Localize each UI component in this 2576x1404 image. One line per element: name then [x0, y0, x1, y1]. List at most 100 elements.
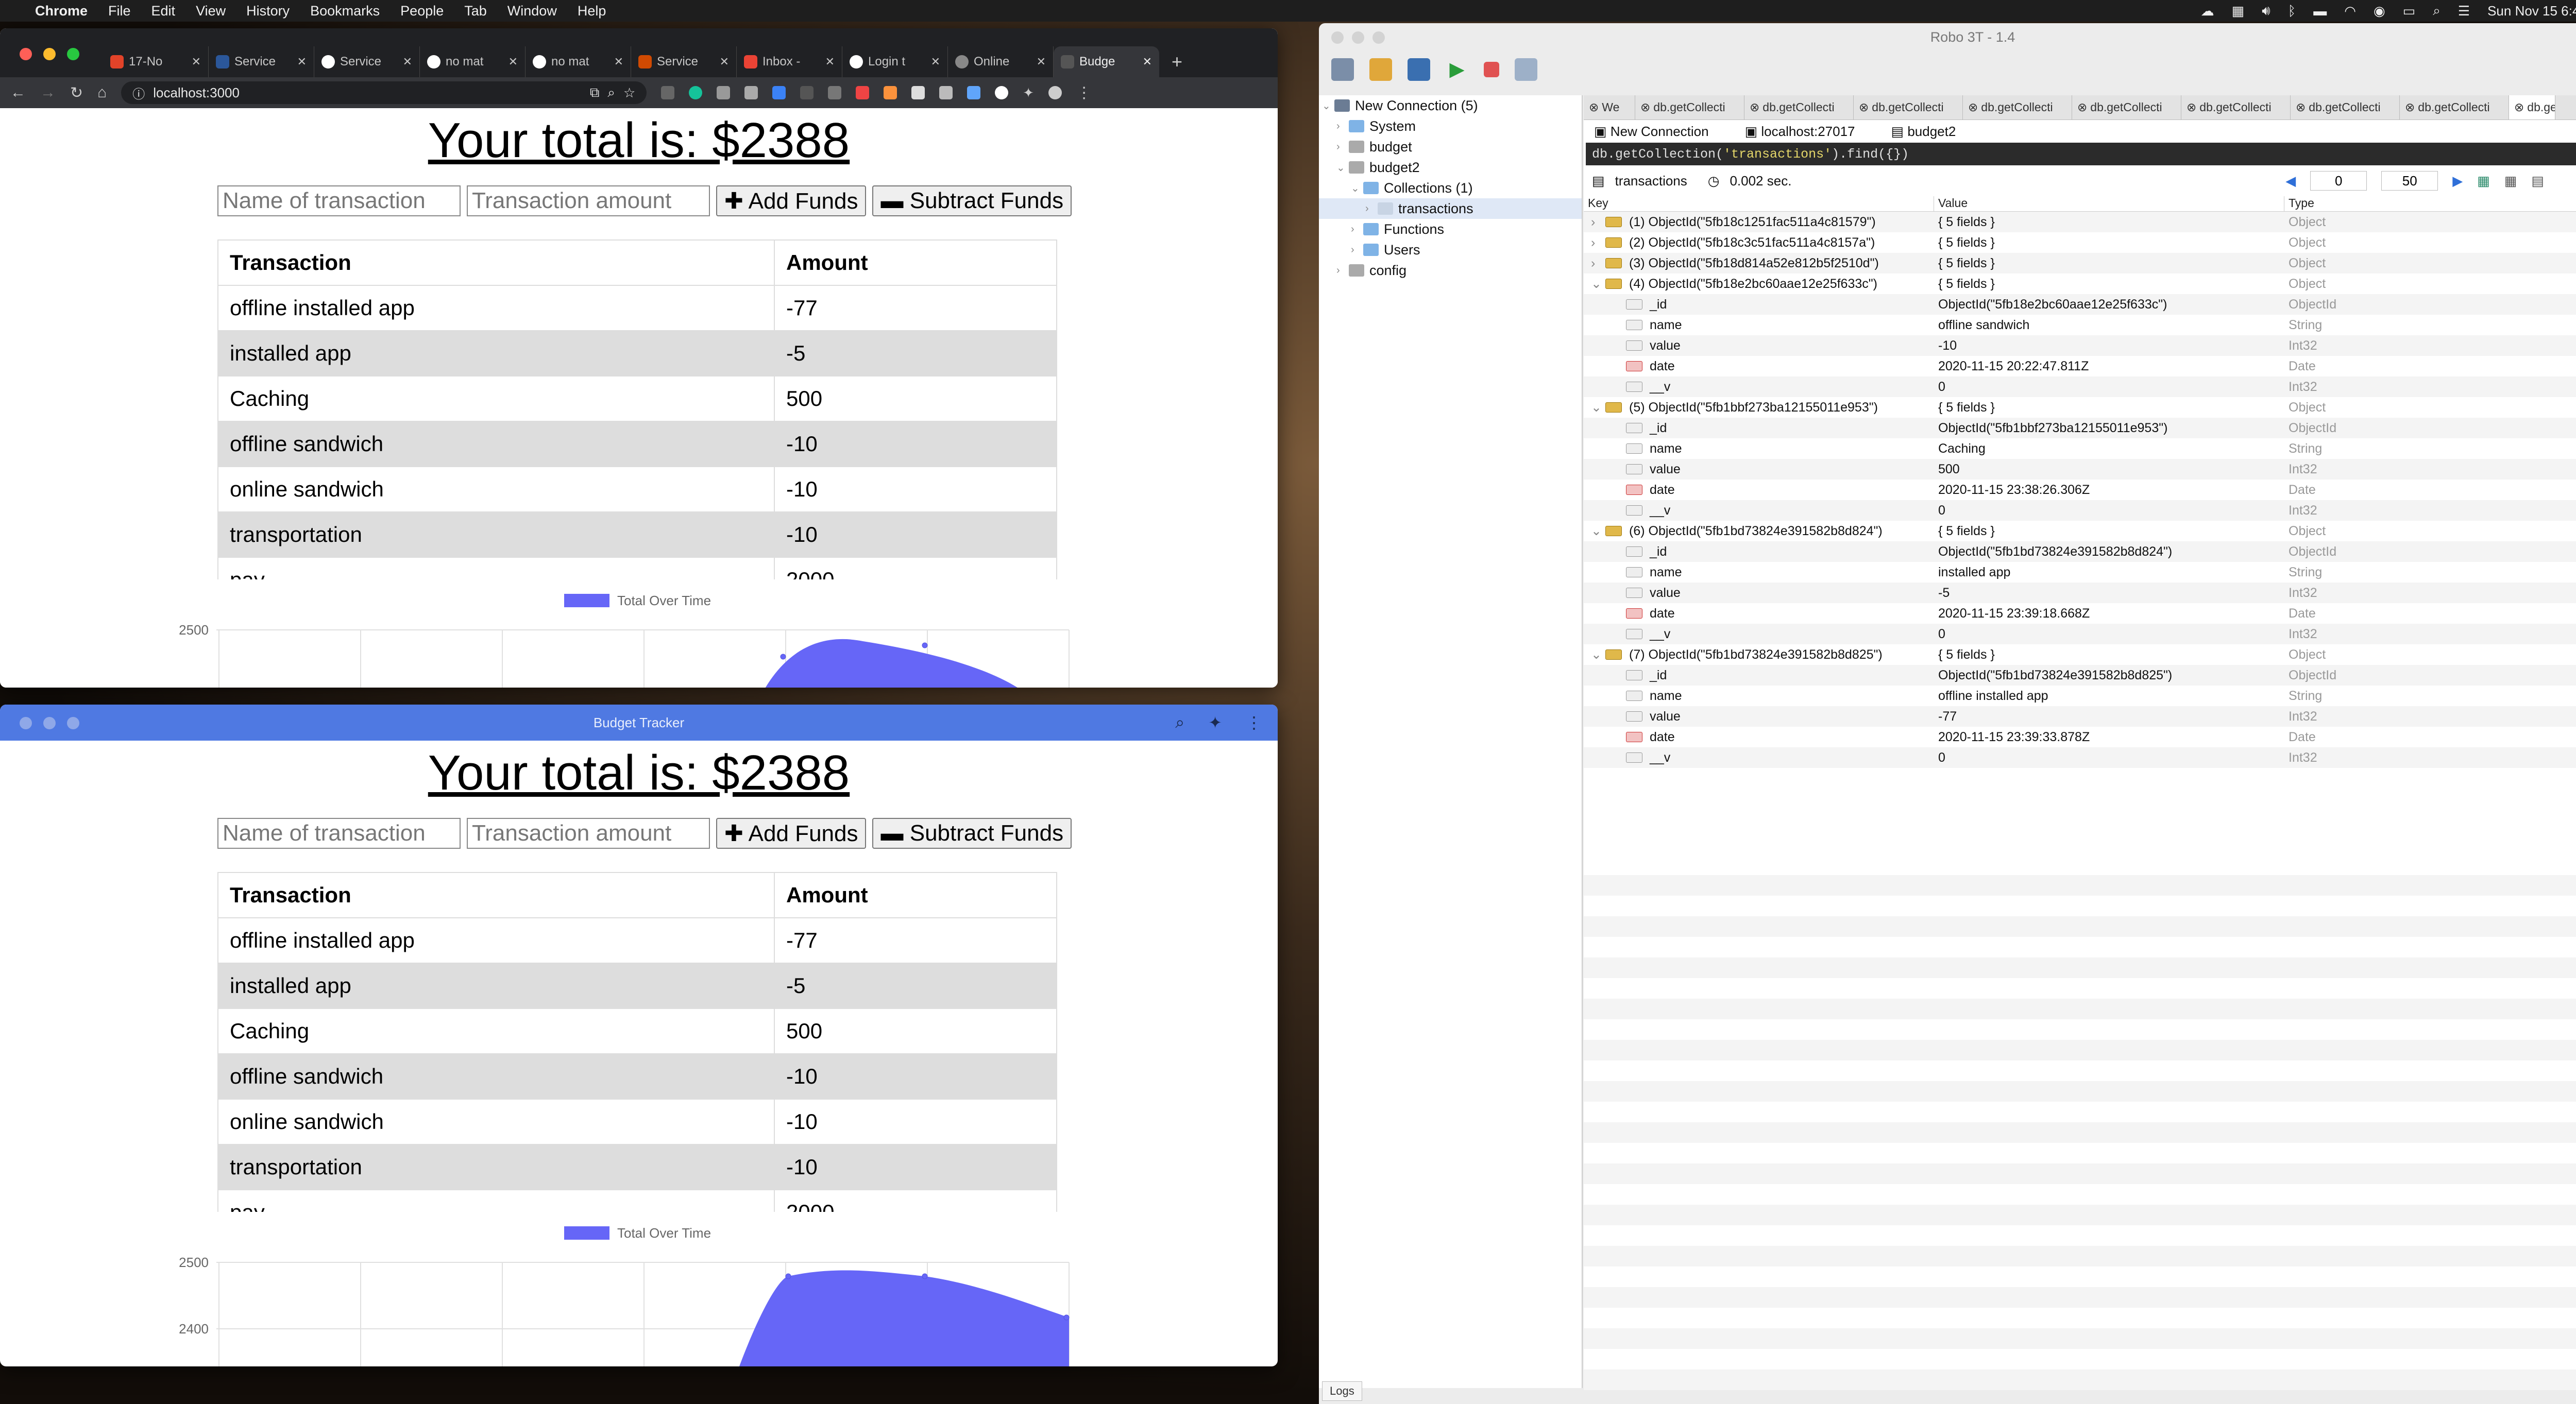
info-icon[interactable]: ⓘ: [132, 84, 145, 102]
grid-row[interactable]: __v 0 Int32: [1584, 624, 2576, 644]
grid-row[interactable]: _id ObjectId("5fb1bd73824e391582b8d825") O…: [1584, 665, 2576, 686]
stop-icon[interactable]: [1484, 62, 1499, 77]
extensions-puzzle-icon[interactable]: ✦: [1023, 85, 1034, 101]
page-size-input[interactable]: [2381, 171, 2438, 191]
more-menu-icon[interactable]: ⋮: [1076, 84, 1092, 102]
battery-icon[interactable]: ▭: [2403, 3, 2416, 19]
tree-node-collection[interactable]: › transactions: [1319, 198, 1582, 219]
extensions-puzzle-icon[interactable]: ✦: [1208, 713, 1222, 732]
menu-view[interactable]: View: [196, 3, 226, 19]
chevron-right-icon[interactable]: ›: [1591, 215, 1605, 230]
spotlight-icon[interactable]: ⌕: [2433, 3, 2441, 19]
back-icon[interactable]: ←: [10, 84, 26, 101]
extension-icon[interactable]: [995, 86, 1009, 99]
browser-tab-active[interactable]: Budge ✕: [1054, 46, 1159, 77]
close-icon[interactable]: ✕: [1037, 55, 1046, 69]
close-icon[interactable]: ✕: [192, 55, 201, 69]
browser-tab[interactable]: Inbox - ✕: [737, 46, 842, 77]
menu-app-name[interactable]: Chrome: [35, 3, 88, 19]
chevron-right-icon[interactable]: ›: [1591, 235, 1605, 250]
tree-node-database[interactable]: › config: [1319, 260, 1582, 281]
play-icon[interactable]: ▶: [1446, 58, 1468, 81]
grid-row[interactable]: date 2020-11-15 23:38:26.306Z Date: [1584, 480, 2576, 500]
query-tab[interactable]: ⊗ db.getCollecti: [1963, 95, 2072, 119]
add-funds-button[interactable]: ✚ Add Funds: [716, 818, 867, 849]
grid-row[interactable]: › (3) ObjectId("5fb18d814a52e812b5f2510d"…: [1584, 253, 2576, 273]
close-icon[interactable]: ⊗: [2296, 100, 2306, 114]
tree-view-icon[interactable]: ▦: [2477, 173, 2490, 189]
grid-row[interactable]: value -10 Int32: [1584, 335, 2576, 356]
close-icon[interactable]: ⊗: [1968, 100, 1978, 114]
grid-row[interactable]: › (2) ObjectId("5fb18c3c51fac511a4c8157a"…: [1584, 232, 2576, 253]
grid-row[interactable]: value -5 Int32: [1584, 583, 2576, 603]
subtract-funds-button[interactable]: ▬ Subtract Funds: [872, 818, 1072, 849]
add-funds-button[interactable]: ✚ Add Funds: [716, 185, 867, 216]
chevron-right-icon[interactable]: ›: [1351, 244, 1363, 256]
tree-node-database[interactable]: › budget: [1319, 136, 1582, 157]
subtract-funds-button[interactable]: ▬ Subtract Funds: [872, 185, 1072, 216]
close-icon[interactable]: ⊗: [1640, 100, 1650, 114]
chevron-right-icon[interactable]: ›: [1351, 224, 1363, 235]
extension-icon[interactable]: [772, 86, 786, 99]
close-icon[interactable]: ✕: [825, 55, 835, 69]
extension-icon[interactable]: [828, 86, 842, 99]
grid-row[interactable]: __v 0 Int32: [1584, 376, 2576, 397]
grid-row[interactable]: name offline installed app String: [1584, 686, 2576, 706]
transactions-table[interactable]: Transaction Amount offline installed app -…: [217, 239, 1057, 579]
grid-row[interactable]: __v 0 Int32: [1584, 500, 2576, 521]
close-icon[interactable]: ⊗: [2405, 100, 2415, 114]
close-window-icon[interactable]: [20, 48, 32, 60]
text-view-icon[interactable]: ▤: [2531, 173, 2544, 189]
transaction-name-input[interactable]: [217, 185, 461, 216]
chevron-down-icon[interactable]: ⌄: [1591, 276, 1605, 292]
forward-icon[interactable]: →: [40, 84, 56, 101]
chevron-right-icon[interactable]: ›: [1336, 141, 1349, 153]
browser-tab[interactable]: Online ✕: [948, 46, 1054, 77]
close-icon[interactable]: ✕: [720, 55, 729, 69]
tree-node-collections[interactable]: ⌄ Collections (1): [1319, 178, 1582, 198]
grid-row[interactable]: __v 0 Int32: [1584, 747, 2576, 768]
grid-row[interactable]: ⌄ (6) ObjectId("5fb1bd73824e391582b8d824"…: [1584, 521, 2576, 541]
close-icon[interactable]: ✕: [297, 55, 307, 69]
grid-row[interactable]: _id ObjectId("5fb18e2bc60aae12e25f633c") O…: [1584, 294, 2576, 315]
browser-tab[interactable]: no mat ✕: [526, 46, 631, 77]
grid-row[interactable]: › (1) ObjectId("5fb18c1251fac511a4c81579"…: [1584, 212, 2576, 232]
tree-node-system[interactable]: › System: [1319, 116, 1582, 136]
chevron-right-icon[interactable]: ›: [1336, 121, 1349, 132]
grid-row[interactable]: date 2020-11-15 23:39:33.878Z Date: [1584, 727, 2576, 747]
grid-row[interactable]: value -77 Int32: [1584, 706, 2576, 727]
next-page-icon[interactable]: ▶: [2452, 173, 2463, 189]
zoom-window-icon[interactable]: [1372, 31, 1385, 44]
chevron-down-icon[interactable]: ⌄: [1351, 182, 1363, 195]
chevron-down-icon[interactable]: ⌄: [1591, 647, 1605, 662]
close-icon[interactable]: ✕: [509, 55, 518, 69]
profile-avatar-icon[interactable]: [1048, 86, 1062, 99]
grid-row[interactable]: ⌄ (4) ObjectId("5fb18e2bc60aae12e25f633c"…: [1584, 273, 2576, 294]
menu-file[interactable]: File: [108, 3, 131, 19]
close-icon[interactable]: ✕: [1143, 55, 1152, 69]
connect-icon[interactable]: [1331, 58, 1354, 81]
grid-row[interactable]: name installed app String: [1584, 562, 2576, 583]
transactions-table[interactable]: Transaction Amount offline installed app -…: [217, 872, 1057, 1212]
grid-row[interactable]: name offline sandwich String: [1584, 315, 2576, 335]
close-icon[interactable]: ⊗: [2077, 100, 2087, 114]
extension-icon[interactable]: [856, 86, 870, 99]
close-icon[interactable]: ⊗: [1750, 100, 1759, 114]
open-folder-icon[interactable]: [1369, 58, 1392, 81]
transaction-amount-input[interactable]: [467, 185, 710, 216]
query-tab[interactable]: ⊗ db.getCollecti: [1744, 95, 1854, 119]
tree-node-users[interactable]: › Users: [1319, 239, 1582, 260]
home-icon[interactable]: ⌂: [97, 84, 107, 101]
flag-icon[interactable]: ▬: [2313, 3, 2327, 19]
extension-icon[interactable]: [967, 86, 981, 99]
brave-icon[interactable]: [884, 86, 897, 99]
menu-bookmarks[interactable]: Bookmarks: [310, 3, 380, 19]
menubar-clock[interactable]: Sun Nov 15 6:48 PM: [2487, 3, 2576, 19]
query-tab[interactable]: ⊗ db.getCollecti: [1854, 95, 1963, 119]
wifi-icon[interactable]: ◠: [2344, 3, 2356, 19]
extension-icon[interactable]: [744, 86, 758, 99]
address-bar[interactable]: ⓘ localhost:3000 ⧉ ⌕ ☆: [121, 81, 647, 104]
menu-window[interactable]: Window: [507, 3, 557, 19]
extension-icon[interactable]: [911, 86, 925, 99]
browser-tab[interactable]: Service ✕: [631, 46, 737, 77]
